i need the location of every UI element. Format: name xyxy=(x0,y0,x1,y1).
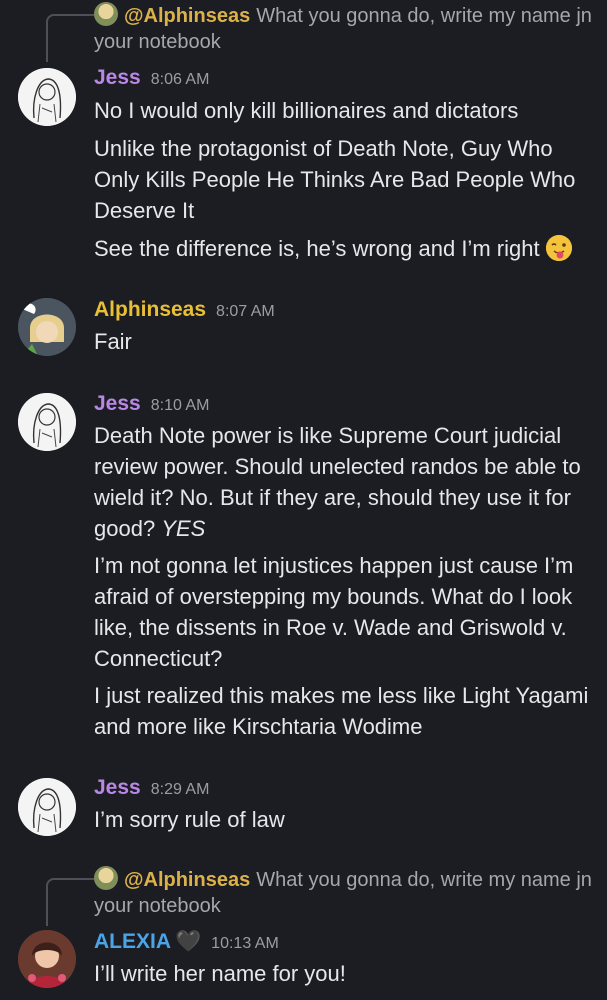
timestamp: 8:10 AM xyxy=(150,397,210,414)
timestamp: 8:29 AM xyxy=(150,781,210,798)
message-text: Fair xyxy=(94,329,132,354)
message-line: See the difference is, he’s wrong and I’… xyxy=(94,236,540,261)
reply-text-block: @Alphinseas What you gonna do, write my n… xyxy=(94,866,594,919)
message-text: I’m sorry rule of law xyxy=(94,807,285,832)
username-jess[interactable]: Jess xyxy=(94,392,141,415)
message-emphasis: YES xyxy=(161,516,206,541)
avatar-jess[interactable] xyxy=(18,68,76,126)
message-text: See the difference is, he’s wrong and I’… xyxy=(94,233,594,264)
reply-mention[interactable]: @Alphinseas xyxy=(124,5,250,27)
avatar-alexia[interactable] xyxy=(18,930,76,988)
reply-avatar xyxy=(94,866,118,890)
message-header: Alphinseas 8:07 AM xyxy=(94,296,275,326)
message-header: Jess 8:06 AM xyxy=(94,64,209,94)
message-text: I’m not gonna let injustices happen just… xyxy=(94,553,574,671)
timestamp: 8:07 AM xyxy=(216,303,275,320)
message-text: Death Note power is like Supreme Court j… xyxy=(94,420,594,544)
timestamp: 10:13 AM xyxy=(211,935,279,952)
username-alphinseas[interactable]: Alphinseas xyxy=(94,298,206,321)
tongue-out-emoji-icon xyxy=(545,235,572,261)
reply-connector xyxy=(46,878,94,926)
message-header: Jess 8:10 AM xyxy=(94,390,209,420)
timestamp: 8:06 AM xyxy=(150,71,210,88)
message-header: Jess 8:29 AM xyxy=(94,774,209,804)
message-text: I just realized this makes me less like … xyxy=(94,683,589,739)
username-jess[interactable]: Jess xyxy=(94,776,141,799)
reply-mention[interactable]: @Alphinseas xyxy=(124,869,250,891)
username-jess[interactable]: Jess xyxy=(94,66,141,89)
message-text: Unlike the protagonist of Death Note, Gu… xyxy=(94,136,576,223)
reply-avatar xyxy=(94,2,118,26)
avatar-alphinseas[interactable] xyxy=(18,298,76,356)
message-text: I’ll write her name for you! xyxy=(94,961,346,986)
black-heart-icon: 🖤 xyxy=(175,930,202,953)
reply-connector xyxy=(46,14,94,62)
avatar-jess[interactable] xyxy=(18,393,76,451)
message-text: No I would only kill billionaires and di… xyxy=(94,98,519,123)
message-header: ALEXIA 🖤 10:13 AM xyxy=(94,928,279,958)
reply-preview[interactable]: @Alphinseas What you gonna do, write my n… xyxy=(46,2,592,62)
reply-preview[interactable]: @Alphinseas What you gonna do, write my n… xyxy=(46,866,592,926)
reply-text-block: @Alphinseas What you gonna do, write my n… xyxy=(94,2,594,55)
avatar-jess[interactable] xyxy=(18,778,76,836)
username-alexia[interactable]: ALEXIA xyxy=(94,930,171,953)
